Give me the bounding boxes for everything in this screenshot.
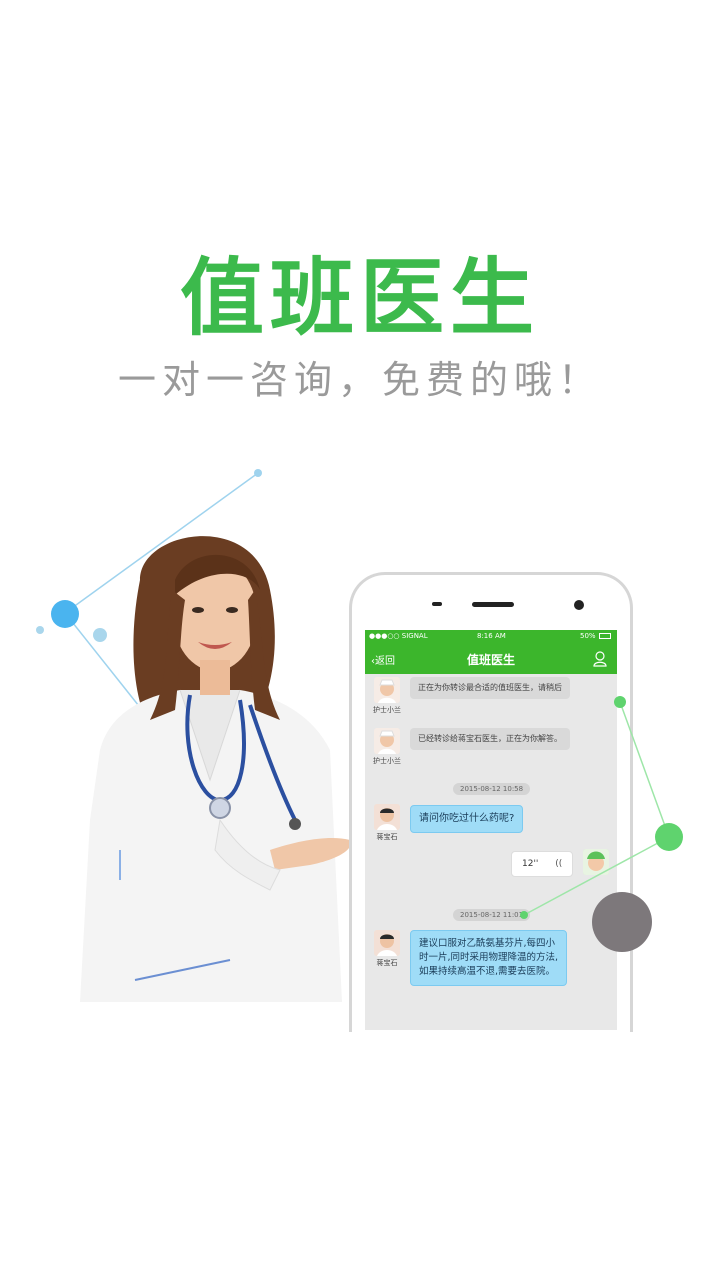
- decorative-network-graphic-right: [520, 696, 683, 952]
